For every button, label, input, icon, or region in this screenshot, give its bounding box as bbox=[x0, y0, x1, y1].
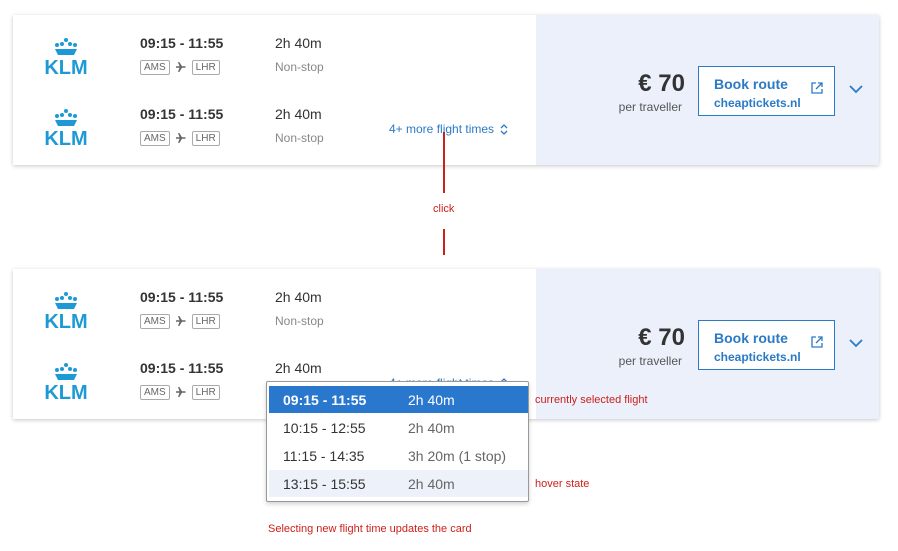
route: AMS LHR bbox=[140, 313, 220, 329]
plane-icon bbox=[175, 387, 186, 397]
svg-text:KLM: KLM bbox=[44, 128, 87, 148]
duration: 2h 40m bbox=[275, 289, 322, 305]
flight-times-dropdown: 09:15 - 11:55 2h 40m 10:15 - 12:55 2h 40… bbox=[266, 381, 529, 502]
more-flight-times-label: 4+ more flight times bbox=[389, 122, 495, 136]
plane-icon bbox=[175, 316, 186, 326]
origin-code: AMS bbox=[140, 313, 170, 329]
flight-times: 09:15 - 11:55 bbox=[140, 106, 224, 122]
hover-annotation: hover state bbox=[535, 478, 590, 490]
destination-code: LHR bbox=[191, 59, 220, 75]
svg-text:KLM: KLM bbox=[44, 382, 87, 402]
booking-site: cheaptickets.nl bbox=[714, 96, 801, 110]
flight-times: 09:15 - 11:55 bbox=[140, 360, 224, 376]
svg-text:KLM: KLM bbox=[44, 57, 87, 77]
flight-time-option[interactable]: 11:15 - 14:35 3h 20m (1 stop) bbox=[269, 442, 528, 469]
booking-site: cheaptickets.nl bbox=[714, 350, 801, 364]
caption-annotation: Selecting new flight time updates the ca… bbox=[268, 523, 472, 535]
connector-line bbox=[443, 229, 445, 255]
option-times: 10:15 - 12:55 bbox=[283, 420, 366, 436]
book-route-label: Book route bbox=[714, 330, 788, 346]
stops: Non-stop bbox=[275, 314, 324, 328]
origin-code: AMS bbox=[140, 130, 170, 146]
price: € 70 bbox=[638, 70, 685, 97]
external-link-icon bbox=[811, 82, 823, 94]
up-down-chevron-icon bbox=[500, 123, 508, 135]
plane-icon bbox=[175, 62, 186, 72]
flight-time-option-selected[interactable]: 09:15 - 11:55 2h 40m bbox=[269, 386, 528, 413]
plane-icon bbox=[175, 133, 186, 143]
selected-annotation: currently selected flight bbox=[535, 394, 648, 406]
option-times: 13:15 - 15:55 bbox=[283, 476, 366, 492]
option-times: 11:15 - 14:35 bbox=[283, 448, 365, 464]
svg-text:KLM: KLM bbox=[44, 311, 87, 331]
destination-code: LHR bbox=[191, 384, 220, 400]
duration: 2h 40m bbox=[275, 35, 322, 51]
book-route-label: Book route bbox=[714, 76, 788, 92]
flight-time-option-hover[interactable]: 13:15 - 15:55 2h 40m bbox=[269, 470, 528, 497]
connector-line bbox=[443, 132, 445, 193]
route: AMS LHR bbox=[140, 59, 220, 75]
klm-logo: KLM bbox=[44, 109, 88, 148]
duration: 2h 40m bbox=[275, 106, 322, 122]
flight-leg: KLM 09:15 - 11:55 AMS LHR 2h 40m Non-sto… bbox=[13, 99, 533, 159]
stops: Non-stop bbox=[275, 131, 324, 145]
flight-times: 09:15 - 11:55 bbox=[140, 35, 224, 51]
destination-code: LHR bbox=[191, 313, 220, 329]
option-duration: 2h 40m bbox=[408, 392, 455, 408]
price: € 70 bbox=[638, 324, 685, 351]
origin-code: AMS bbox=[140, 384, 170, 400]
chevron-down-icon[interactable] bbox=[848, 83, 864, 95]
option-times: 09:15 - 11:55 bbox=[283, 392, 367, 408]
chevron-down-icon[interactable] bbox=[848, 337, 864, 349]
stops: Non-stop bbox=[275, 60, 324, 74]
click-annotation: click bbox=[433, 203, 455, 215]
book-route-button[interactable]: Book route cheaptickets.nl bbox=[698, 320, 835, 370]
flight-time-option[interactable]: 10:15 - 12:55 2h 40m bbox=[269, 414, 528, 441]
klm-logo: KLM bbox=[44, 363, 88, 402]
option-duration: 3h 20m (1 stop) bbox=[408, 448, 507, 464]
more-flight-times-link[interactable]: 4+ more flight times bbox=[389, 122, 508, 136]
price-panel: € 70 per traveller Book route cheapticke… bbox=[536, 15, 879, 165]
price-subtitle: per traveller bbox=[618, 100, 682, 114]
price-subtitle: per traveller bbox=[618, 354, 682, 368]
destination-code: LHR bbox=[191, 130, 220, 146]
klm-logo: KLM bbox=[44, 38, 88, 77]
klm-logo: KLM bbox=[44, 292, 88, 331]
external-link-icon bbox=[811, 336, 823, 348]
option-duration: 2h 40m bbox=[408, 420, 455, 436]
flight-leg: KLM 09:15 - 11:55 AMS LHR 2h 40m Non-sto… bbox=[13, 282, 533, 342]
route: AMS LHR bbox=[140, 384, 220, 400]
origin-code: AMS bbox=[140, 59, 170, 75]
option-duration: 2h 40m bbox=[408, 476, 455, 492]
route: AMS LHR bbox=[140, 130, 220, 146]
flight-card-collapsed: KLM 09:15 - 11:55 AMS LHR 2h 40m Non-sto… bbox=[13, 15, 879, 165]
book-route-button[interactable]: Book route cheaptickets.nl bbox=[698, 66, 835, 116]
duration: 2h 40m bbox=[275, 360, 322, 376]
flight-leg: KLM 09:15 - 11:55 AMS LHR 2h 40m Non-sto… bbox=[13, 28, 533, 88]
flight-times: 09:15 - 11:55 bbox=[140, 289, 224, 305]
